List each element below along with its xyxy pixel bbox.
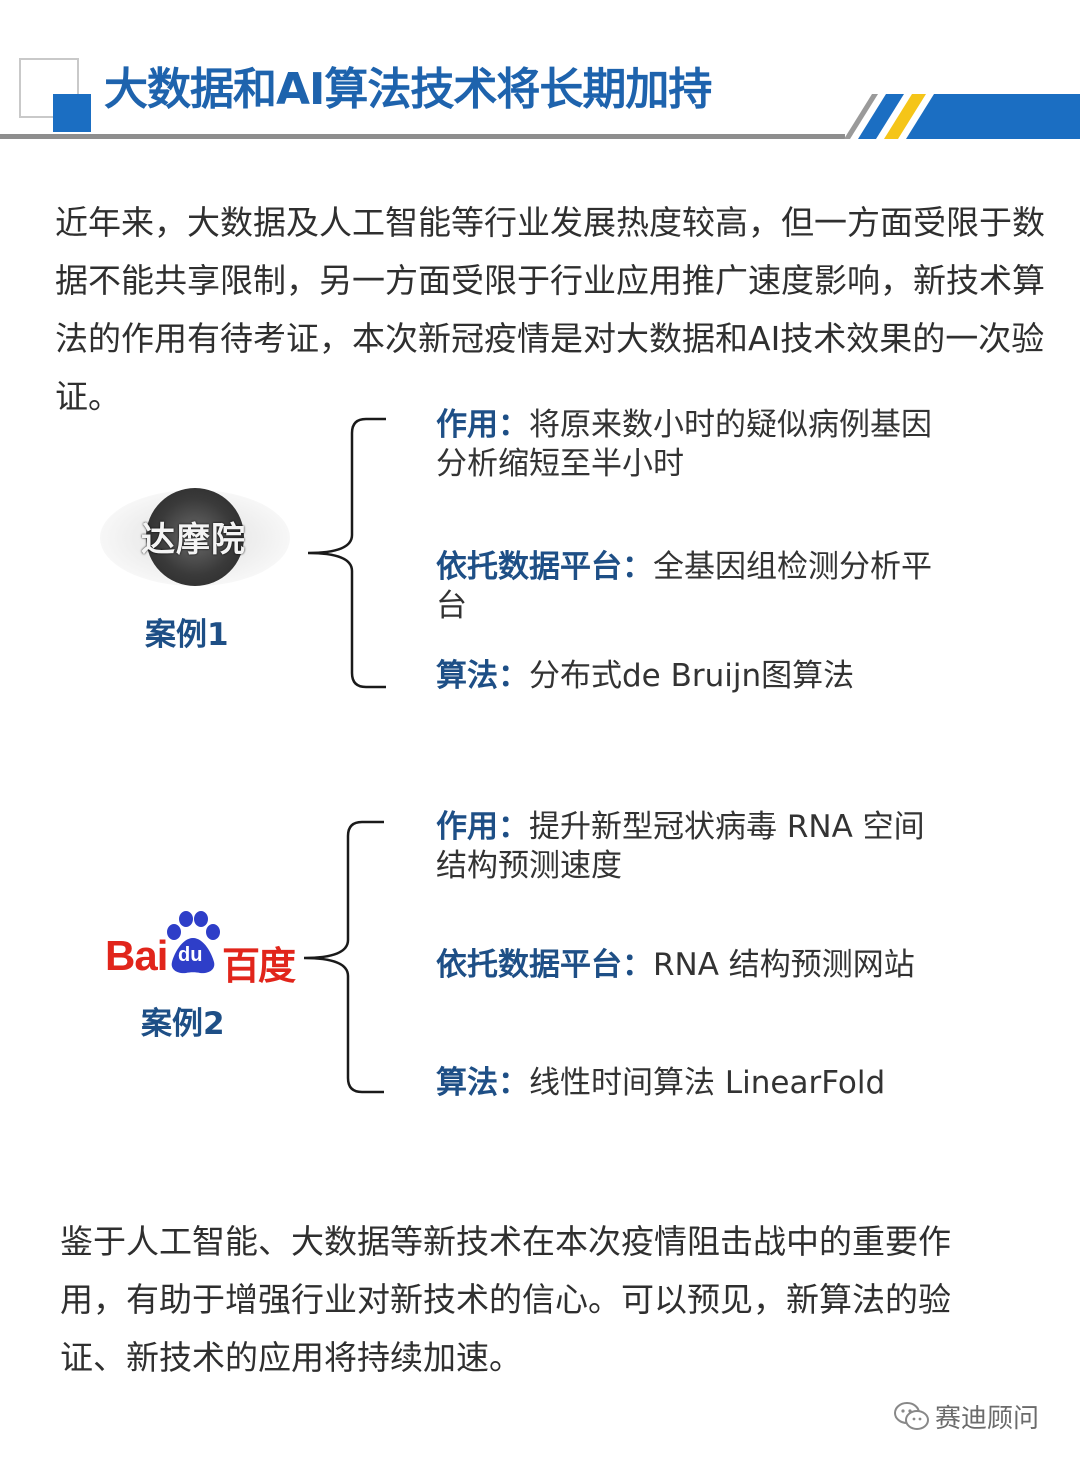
case2-item-platform-value: RNA 结构预测网站 — [653, 947, 915, 983]
case2-item-algorithm-key: 算法： — [436, 1065, 529, 1101]
intro-paragraph: 近年来，大数据及人工智能等行业发展热度较高，但一方面受限于数据不能共享限制，另一… — [55, 203, 1045, 416]
case2-item-effect-key: 作用： — [436, 809, 529, 845]
baidu-logo-chinese: 百度 — [222, 944, 296, 988]
case2-item-platform-key: 依托数据平台： — [436, 947, 653, 983]
case1-label: 案例1 — [145, 617, 229, 653]
baidu-logo-latin: Bai — [105, 932, 168, 979]
case1-item-effect-key: 作用： — [436, 407, 529, 443]
case2-label: 案例2 — [141, 1006, 225, 1042]
wechat-icon — [894, 1402, 929, 1430]
title-frame-accent — [53, 94, 91, 132]
baidu-logo-badge: du — [178, 944, 203, 966]
watermark-text: 赛迪顾问 — [935, 1404, 1040, 1434]
case2-item-algorithm-value: 线性时间算法 LinearFold — [529, 1065, 886, 1101]
case1-item-effect: 作用：将原来数小时的疑似病例基因分析缩短至半小时 — [436, 406, 936, 484]
case1-item-algorithm: 算法：分布式de Bruijn图算法 — [436, 657, 936, 696]
conclusion-paragraph: 鉴于人工智能、大数据等新技术在本次疫情阻击战中的重要作用，有助于增强行业对新技术… — [60, 1222, 951, 1377]
case1-brace — [307, 417, 386, 689]
page-title: 大数据和AI算法技术将长期加持 — [104, 64, 712, 115]
title-underline — [0, 134, 845, 139]
case2-item-platform: 依托数据平台：RNA 结构预测网站 — [436, 946, 936, 985]
damo-logo: 达摩院 — [141, 520, 246, 560]
case1-item-platform: 依托数据平台：全基因组检测分析平台 — [436, 548, 936, 626]
case2-item-effect: 作用：提升新型冠状病毒 RNA 空间结构预测速度 — [436, 808, 936, 886]
case1-item-algorithm-key: 算法： — [436, 658, 529, 694]
case2-brace — [303, 820, 384, 1094]
case1-item-platform-key: 依托数据平台： — [436, 549, 653, 585]
header-stripes — [844, 94, 1080, 139]
case2-item-algorithm: 算法：线性时间算法 LinearFold — [436, 1064, 936, 1103]
case1-item-algorithm-value: 分布式de Bruijn图算法 — [529, 658, 855, 694]
